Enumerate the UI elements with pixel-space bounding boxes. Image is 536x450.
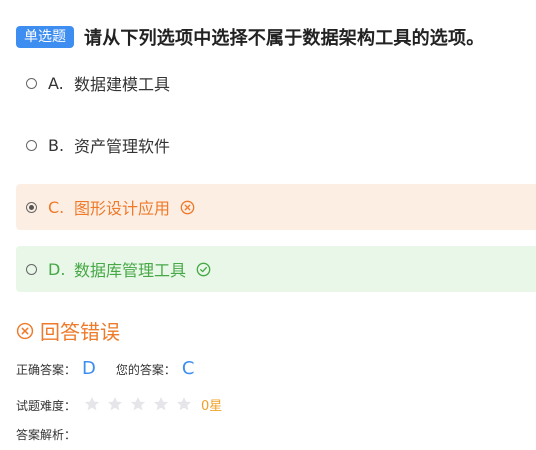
- option-a[interactable]: A. 数据建模工具: [16, 60, 536, 106]
- radio-button[interactable]: [26, 139, 37, 151]
- question-type-badge: 单选题: [16, 26, 74, 48]
- correct-answer-value: D: [82, 358, 96, 379]
- your-answer-value: C: [181, 358, 195, 379]
- star-icon: [85, 397, 100, 411]
- analysis-line: 答案解析：: [16, 426, 76, 443]
- option-letter: B.: [48, 135, 65, 155]
- radio-button[interactable]: [26, 77, 37, 89]
- circle-check-icon: [196, 262, 211, 276]
- option-label: 资产管理软件: [74, 137, 171, 156]
- analysis-label: 答案解析：: [16, 428, 77, 442]
- your-answer-label: 您的答案：: [115, 363, 176, 377]
- option-letter: A.: [48, 73, 64, 93]
- option-label: 数据建模工具: [74, 75, 171, 94]
- difficulty-stars: [84, 396, 199, 412]
- radio-button[interactable]: [26, 263, 37, 275]
- star-icon: [131, 397, 146, 411]
- difficulty-count: 0星: [201, 399, 223, 414]
- question-header: 单选题 请从下列选项中选择不属于数据架构工具的选项。: [16, 24, 484, 50]
- answer-line: 正确答案： D 您的答案： C: [16, 358, 194, 379]
- difficulty-line: 试题难度： 0星: [16, 394, 222, 414]
- result-text: 回答错误: [40, 320, 120, 344]
- star-icon: [177, 397, 192, 411]
- circle-x-icon: [180, 200, 195, 214]
- radio-button-checked[interactable]: [26, 201, 37, 213]
- star-icon: [108, 397, 123, 411]
- option-label: 数据库管理工具: [74, 261, 187, 280]
- option-label: 图形设计应用: [74, 199, 171, 218]
- difficulty-label: 试题难度：: [16, 399, 77, 413]
- option-c[interactable]: C. 图形设计应用: [16, 184, 536, 230]
- result-status: 回答错误: [16, 316, 120, 345]
- option-d[interactable]: D. 数据库管理工具: [16, 246, 536, 292]
- option-b[interactable]: B. 资产管理软件: [16, 122, 536, 168]
- star-icon: [154, 397, 169, 411]
- circle-x-icon: [16, 322, 34, 339]
- option-letter: D.: [48, 259, 66, 279]
- question-text: 请从下列选项中选择不属于数据架构工具的选项。: [84, 28, 485, 49]
- option-letter: C.: [48, 197, 65, 217]
- correct-answer-label: 正确答案：: [16, 363, 77, 377]
